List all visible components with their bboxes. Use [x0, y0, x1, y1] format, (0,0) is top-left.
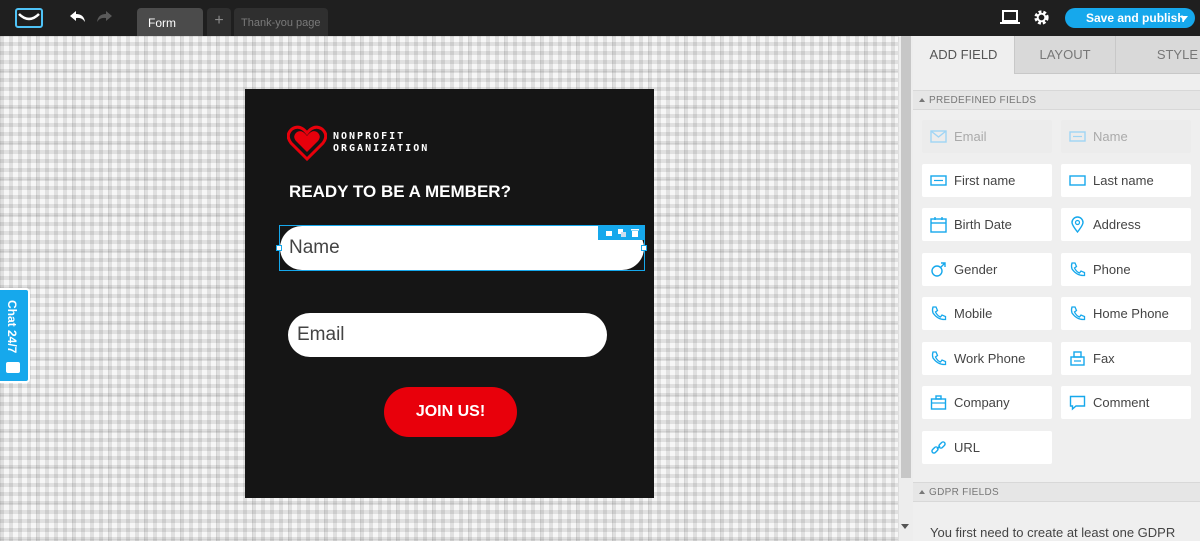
comment-icon [1069, 395, 1086, 411]
field-gender[interactable]: Gender [922, 253, 1052, 286]
calendar-icon [930, 217, 947, 233]
scroll-down-icon[interactable] [901, 524, 909, 529]
field-label: URL [954, 440, 981, 455]
field-birth-date[interactable]: Birth Date [922, 208, 1052, 241]
field-url[interactable]: URL [922, 431, 1052, 464]
gdpr-fields-header[interactable]: GDPR FIELDS [913, 482, 1200, 502]
phone-icon [1070, 306, 1086, 321]
text-field-icon [930, 175, 947, 186]
top-bar: Form + Thank-you page Save and publish [0, 0, 1200, 36]
field-mobile[interactable]: Mobile [922, 297, 1052, 330]
field-label: Work Phone [954, 351, 1026, 366]
add-page-tab[interactable]: + [207, 8, 231, 36]
email-input[interactable]: Email [288, 313, 607, 357]
trash-icon[interactable] [631, 229, 639, 237]
logo-icon[interactable] [15, 8, 43, 28]
chat-label: Chat 24/7 [5, 300, 19, 354]
fax-icon [1070, 351, 1085, 366]
save-and-publish-label: Save and publish [1086, 11, 1185, 25]
text-lines-icon [1069, 131, 1086, 142]
field-toolbar [598, 226, 644, 240]
collapse-icon [919, 490, 925, 494]
scrollbar-thumb[interactable] [901, 36, 911, 478]
field-company[interactable]: Company [922, 386, 1052, 419]
envelope-icon [930, 130, 947, 143]
tab-add-field[interactable]: ADD FIELD [913, 36, 1014, 74]
field-label: Name [1093, 129, 1128, 144]
text-field-icon [1069, 175, 1086, 186]
field-label: Email [954, 129, 987, 144]
resize-handle-right[interactable] [641, 245, 647, 251]
chevron-down-icon[interactable] [1180, 16, 1188, 21]
join-us-button[interactable]: JOIN US! [384, 387, 517, 437]
link-icon [931, 441, 946, 454]
phone-icon [931, 306, 947, 321]
field-work-phone[interactable]: Work Phone [922, 342, 1052, 375]
field-label: Comment [1093, 395, 1150, 410]
email-placeholder: Email [297, 324, 345, 345]
gdpr-info-text: You first need to create at least one GD… [930, 525, 1176, 540]
phone-icon [931, 351, 947, 366]
tab-style[interactable]: STYLE [1115, 36, 1200, 74]
field-comment[interactable]: Comment [1061, 386, 1191, 419]
collapse-icon [919, 98, 925, 102]
gender-icon [931, 262, 946, 277]
chat-widget-tab[interactable]: Chat 24/7 [0, 288, 30, 383]
map-pin-icon [1071, 216, 1084, 233]
field-fax[interactable]: Fax [1061, 342, 1191, 375]
field-label: Address [1093, 217, 1141, 232]
field-email: Email [922, 120, 1052, 153]
resize-handle-left[interactable] [276, 245, 282, 251]
name-input[interactable]: Name [280, 226, 644, 270]
canvas-scrollbar[interactable] [898, 36, 913, 541]
heart-logo-icon [287, 125, 327, 162]
predefined-fields-header[interactable]: PREDEFINED FIELDS [913, 90, 1200, 110]
field-panel: ADD FIELD LAYOUT STYLE PREDEFINED FIELDS… [913, 36, 1200, 541]
phone-icon [1070, 262, 1086, 277]
field-label: Mobile [954, 306, 993, 321]
name-placeholder: Name [289, 237, 340, 258]
field-address[interactable]: Address [1061, 208, 1191, 241]
field-label: Company [954, 395, 1010, 410]
save-and-publish-button[interactable]: Save and publish [1065, 8, 1195, 28]
gear-icon[interactable] [1032, 8, 1051, 27]
field-label: Last name [1093, 173, 1154, 188]
briefcase-icon [930, 395, 947, 410]
tab-thank-you-page[interactable]: Thank-you page [234, 8, 328, 36]
gdpr-fields-title: GDPR FIELDS [929, 487, 999, 498]
field-label: Gender [954, 262, 998, 277]
field-label: First name [954, 173, 1016, 188]
chat-bubble-icon [6, 362, 20, 373]
field-phone[interactable]: Phone [1061, 253, 1191, 286]
field-label: Home Phone [1093, 306, 1169, 321]
field-name: Name [1061, 120, 1191, 153]
field-first-name[interactable]: First name [922, 164, 1052, 197]
field-label: Phone [1093, 262, 1131, 277]
field-last-name[interactable]: Last name [1061, 164, 1191, 197]
field-home-phone[interactable]: Home Phone [1061, 297, 1191, 330]
organization-name: NONPROFIT ORGANIZATION [333, 131, 430, 154]
tab-layout[interactable]: LAYOUT [1014, 36, 1115, 74]
field-label: Fax [1093, 351, 1115, 366]
desktop-preview-icon[interactable] [1000, 9, 1020, 26]
form-headline: READY TO BE A MEMBER? [289, 182, 511, 201]
copy-icon[interactable] [618, 229, 626, 237]
undo-icon[interactable] [68, 8, 88, 26]
move-icon[interactable] [605, 229, 613, 237]
redo-icon[interactable] [94, 8, 114, 26]
field-label: Birth Date [954, 217, 1012, 232]
tab-form[interactable]: Form [137, 8, 203, 36]
predefined-fields-title: PREDEFINED FIELDS [929, 95, 1037, 106]
